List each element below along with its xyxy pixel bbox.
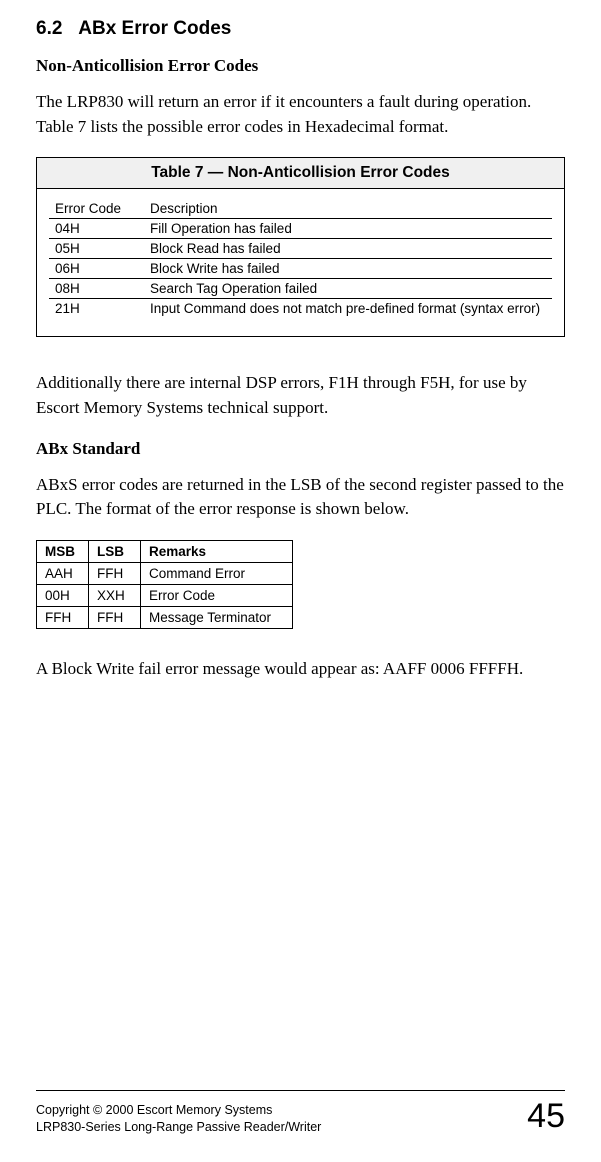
abx-header-remarks: Remarks bbox=[141, 540, 293, 562]
dsp-note: Additionally there are internal DSP erro… bbox=[36, 371, 565, 420]
non-anticollision-intro: The LRP830 will return an error if it en… bbox=[36, 90, 565, 139]
error-code: 05H bbox=[49, 239, 144, 259]
error-desc: Input Command does not match pre-defined… bbox=[144, 299, 552, 319]
table-7: Table 7 — Non-Anticollision Error Codes … bbox=[36, 157, 565, 337]
abx-standard-intro: ABxS error codes are returned in the LSB… bbox=[36, 473, 565, 522]
product-line: LRP830-Series Long-Range Passive Reader/… bbox=[36, 1119, 321, 1136]
error-code: 04H bbox=[49, 219, 144, 239]
abx-table-header-row: MSB LSB Remarks bbox=[37, 540, 293, 562]
table-row: 04H Fill Operation has failed bbox=[49, 219, 552, 239]
table-row: AAH FFH Command Error bbox=[37, 562, 293, 584]
table-row: 06H Block Write has failed bbox=[49, 259, 552, 279]
abx-standard-heading: ABx Standard bbox=[36, 439, 565, 459]
table-row: FFH FFH Message Terminator bbox=[37, 606, 293, 628]
abx-lsb: FFH bbox=[89, 562, 141, 584]
table-row: 00H XXH Error Code bbox=[37, 584, 293, 606]
error-code: 21H bbox=[49, 299, 144, 319]
error-desc: Block Write has failed bbox=[144, 259, 552, 279]
error-code: 06H bbox=[49, 259, 144, 279]
error-desc: Block Read has failed bbox=[144, 239, 552, 259]
table-row: 21H Input Command does not match pre-def… bbox=[49, 299, 552, 319]
abx-header-msb: MSB bbox=[37, 540, 89, 562]
section-title: ABx Error Codes bbox=[78, 18, 231, 39]
error-code: 08H bbox=[49, 279, 144, 299]
abx-remarks: Error Code bbox=[141, 584, 293, 606]
table-7-header-code: Error Code bbox=[49, 199, 144, 219]
copyright-line: Copyright © 2000 Escort Memory Systems bbox=[36, 1102, 321, 1119]
abx-remarks: Message Terminator bbox=[141, 606, 293, 628]
abx-lsb: XXH bbox=[89, 584, 141, 606]
table-row: 05H Block Read has failed bbox=[49, 239, 552, 259]
non-anticollision-heading: Non-Anticollision Error Codes bbox=[36, 56, 565, 76]
section-number: 6.2 bbox=[36, 18, 62, 39]
block-write-example: A Block Write fail error message would a… bbox=[36, 657, 565, 682]
section-heading: 6.2 ABx Error Codes bbox=[36, 18, 565, 40]
error-desc: Fill Operation has failed bbox=[144, 219, 552, 239]
abx-remarks: Command Error bbox=[141, 562, 293, 584]
table-7-header-row: Error Code Description bbox=[49, 199, 552, 219]
table-7-header-desc: Description bbox=[144, 199, 552, 219]
abx-header-lsb: LSB bbox=[89, 540, 141, 562]
table-7-body: Error Code Description 04H Fill Operatio… bbox=[49, 199, 552, 318]
table-7-title: Table 7 — Non-Anticollision Error Codes bbox=[37, 158, 564, 189]
page-number: 45 bbox=[527, 1097, 565, 1136]
abx-format-table: MSB LSB Remarks AAH FFH Command Error 00… bbox=[36, 540, 293, 629]
error-desc: Search Tag Operation failed bbox=[144, 279, 552, 299]
abx-msb: 00H bbox=[37, 584, 89, 606]
abx-msb: AAH bbox=[37, 562, 89, 584]
footer-left: Copyright © 2000 Escort Memory Systems L… bbox=[36, 1102, 321, 1136]
abx-lsb: FFH bbox=[89, 606, 141, 628]
page-footer: Copyright © 2000 Escort Memory Systems L… bbox=[36, 1090, 565, 1136]
table-row: 08H Search Tag Operation failed bbox=[49, 279, 552, 299]
abx-msb: FFH bbox=[37, 606, 89, 628]
